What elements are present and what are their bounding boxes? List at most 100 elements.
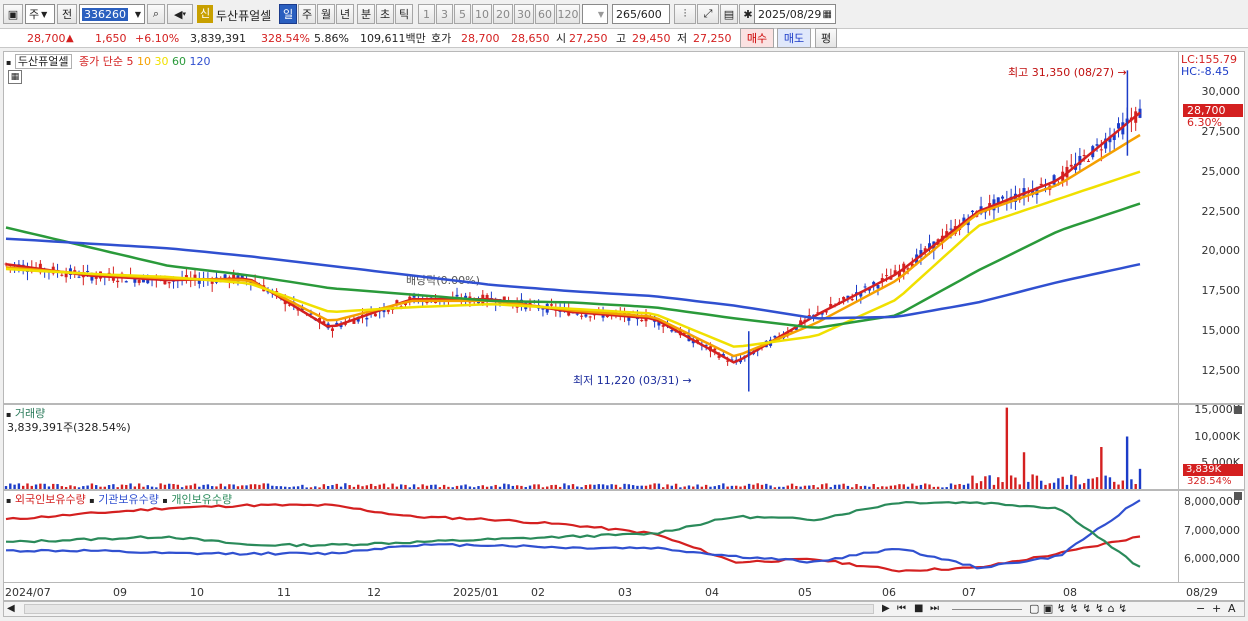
toolbar: ▣ 주 ▼ 전 336260 ▼ ⌕ ◀ ▾ 신 두산퓨얼셀 일 주 월 년 분 초… bbox=[0, 4, 1248, 26]
zoom-in-icon[interactable]: + bbox=[1212, 602, 1221, 615]
volume-bar bbox=[172, 483, 175, 489]
x-tick-label: 11 bbox=[277, 586, 291, 599]
avg-button[interactable]: 평 bbox=[815, 28, 837, 48]
volume-bar bbox=[103, 486, 106, 489]
minute-5[interactable]: 5 bbox=[454, 4, 471, 24]
volume-bar bbox=[1031, 474, 1034, 489]
volume-bar bbox=[756, 483, 759, 489]
last-icon[interactable]: ⏭ bbox=[930, 603, 939, 614]
minute-120[interactable]: 120 bbox=[556, 4, 580, 24]
volume-bar bbox=[902, 484, 905, 489]
scroll-right-icon[interactable]: ▶ bbox=[882, 603, 890, 614]
volume-bar bbox=[133, 486, 137, 489]
period-year[interactable]: 년 bbox=[336, 4, 354, 24]
close-pane-icon[interactable] bbox=[1234, 406, 1242, 414]
volume-bar bbox=[1009, 475, 1013, 489]
minute-1[interactable]: 1 bbox=[418, 4, 435, 24]
period-second[interactable]: 초 bbox=[376, 4, 394, 24]
volume-bar bbox=[202, 484, 205, 489]
minute-30[interactable]: 30 bbox=[514, 4, 534, 24]
minute-10[interactable]: 10 bbox=[472, 4, 492, 24]
zoom-out-icon[interactable]: − bbox=[1196, 602, 1205, 615]
volume-bar bbox=[752, 484, 755, 489]
volume-bar bbox=[971, 475, 974, 489]
high-label: 고 bbox=[616, 32, 627, 45]
scroll-thumb[interactable] bbox=[24, 604, 874, 614]
volume-bar bbox=[795, 485, 798, 489]
volume-bar bbox=[241, 485, 244, 489]
ma-line-30 bbox=[5, 170, 1141, 348]
volume-bar bbox=[958, 483, 961, 489]
minute-3[interactable]: 3 bbox=[436, 4, 453, 24]
x-tick-label: 04 bbox=[705, 586, 719, 599]
search-icon[interactable]: ⌕ bbox=[147, 4, 165, 24]
prev-button[interactable]: 전 bbox=[57, 4, 77, 24]
volume-bar bbox=[1125, 436, 1129, 489]
code-input[interactable]: 336260 ▼ bbox=[79, 4, 145, 24]
candle bbox=[588, 315, 592, 322]
volume-bar bbox=[760, 484, 764, 489]
first-icon[interactable]: ⏮ bbox=[897, 603, 906, 614]
volume-chart[interactable] bbox=[4, 405, 1178, 489]
font-size-icon[interactable]: A bbox=[1228, 602, 1236, 615]
stop-icon[interactable]: ■ bbox=[914, 603, 923, 614]
turnover: 5.86% bbox=[314, 31, 349, 45]
scrollbar[interactable]: ◀ ▶ ⏮ ■ ⏭ ▢ ▣ ↯ ↯ ↯ ↯ ⌂ ↯ − + A bbox=[3, 601, 1245, 617]
volume-bar bbox=[352, 486, 356, 489]
price-chart[interactable] bbox=[4, 52, 1178, 403]
candle-icon[interactable]: ⫶ bbox=[674, 4, 696, 24]
high-price: 29,450 bbox=[632, 31, 671, 45]
volume-bar bbox=[322, 484, 326, 489]
volume-bar bbox=[696, 484, 699, 489]
volume-bar bbox=[292, 486, 295, 489]
date-input[interactable]: 2025/08/29 ▦ bbox=[754, 4, 836, 24]
volume-bar bbox=[399, 484, 403, 489]
count-input[interactable]: 265/600 bbox=[612, 4, 670, 24]
sell-button[interactable]: 매도 bbox=[777, 28, 811, 48]
y-tick-label: 20,000 bbox=[1201, 244, 1241, 258]
volume-bar bbox=[1061, 476, 1064, 489]
volume-bar bbox=[223, 486, 227, 489]
window-icon[interactable]: ▣ bbox=[3, 4, 23, 24]
buy-button[interactable]: 매수 bbox=[740, 28, 774, 48]
volume-bar bbox=[1082, 483, 1086, 489]
y-tick-label: 22,500 bbox=[1201, 204, 1241, 218]
period-minute[interactable]: 분 bbox=[357, 4, 375, 24]
period-month[interactable]: 월 bbox=[317, 4, 335, 24]
volume-bar bbox=[275, 486, 278, 489]
volume-bar bbox=[185, 485, 188, 489]
custom-period-select[interactable]: ▼ bbox=[582, 4, 608, 24]
volume-bar bbox=[610, 484, 613, 489]
ask-price: 28,700 bbox=[461, 31, 500, 45]
save-icon[interactable]: ▤ bbox=[720, 4, 738, 24]
volume-bar bbox=[949, 483, 953, 489]
volume-bar bbox=[743, 485, 747, 489]
zoom-slider[interactable] bbox=[952, 609, 1022, 610]
candle bbox=[51, 262, 55, 276]
volume-bar bbox=[769, 485, 772, 489]
minute-20[interactable]: 20 bbox=[493, 4, 513, 24]
holder-chart[interactable] bbox=[4, 491, 1178, 582]
minute-60[interactable]: 60 bbox=[535, 4, 555, 24]
drawing-icon[interactable]: ⤢ bbox=[697, 4, 719, 24]
volume-bar bbox=[709, 486, 712, 489]
volume-bar bbox=[193, 483, 197, 489]
volume-bar bbox=[936, 486, 940, 489]
volume-bar bbox=[554, 484, 558, 489]
zoom-icons[interactable]: ▢ ▣ ↯ ↯ ↯ ↯ ⌂ ↯ bbox=[1029, 602, 1127, 615]
close-pane-icon[interactable] bbox=[1234, 492, 1242, 500]
volume-bar bbox=[481, 485, 484, 489]
volume-bar bbox=[833, 484, 837, 489]
sound-icon[interactable]: ◀ ▾ bbox=[167, 4, 193, 24]
candle bbox=[167, 281, 171, 289]
period-day[interactable]: 일 bbox=[279, 4, 297, 24]
market-select[interactable]: 주 ▼ bbox=[25, 4, 55, 24]
volume-bar bbox=[378, 484, 381, 489]
scroll-left-icon[interactable]: ◀ bbox=[7, 603, 15, 614]
period-week[interactable]: 주 bbox=[298, 4, 316, 24]
volume-bar bbox=[296, 486, 300, 489]
period-tick[interactable]: 틱 bbox=[395, 4, 413, 24]
volume-bar bbox=[898, 484, 901, 489]
volume-bar bbox=[515, 485, 519, 489]
volume-bar bbox=[747, 483, 751, 489]
